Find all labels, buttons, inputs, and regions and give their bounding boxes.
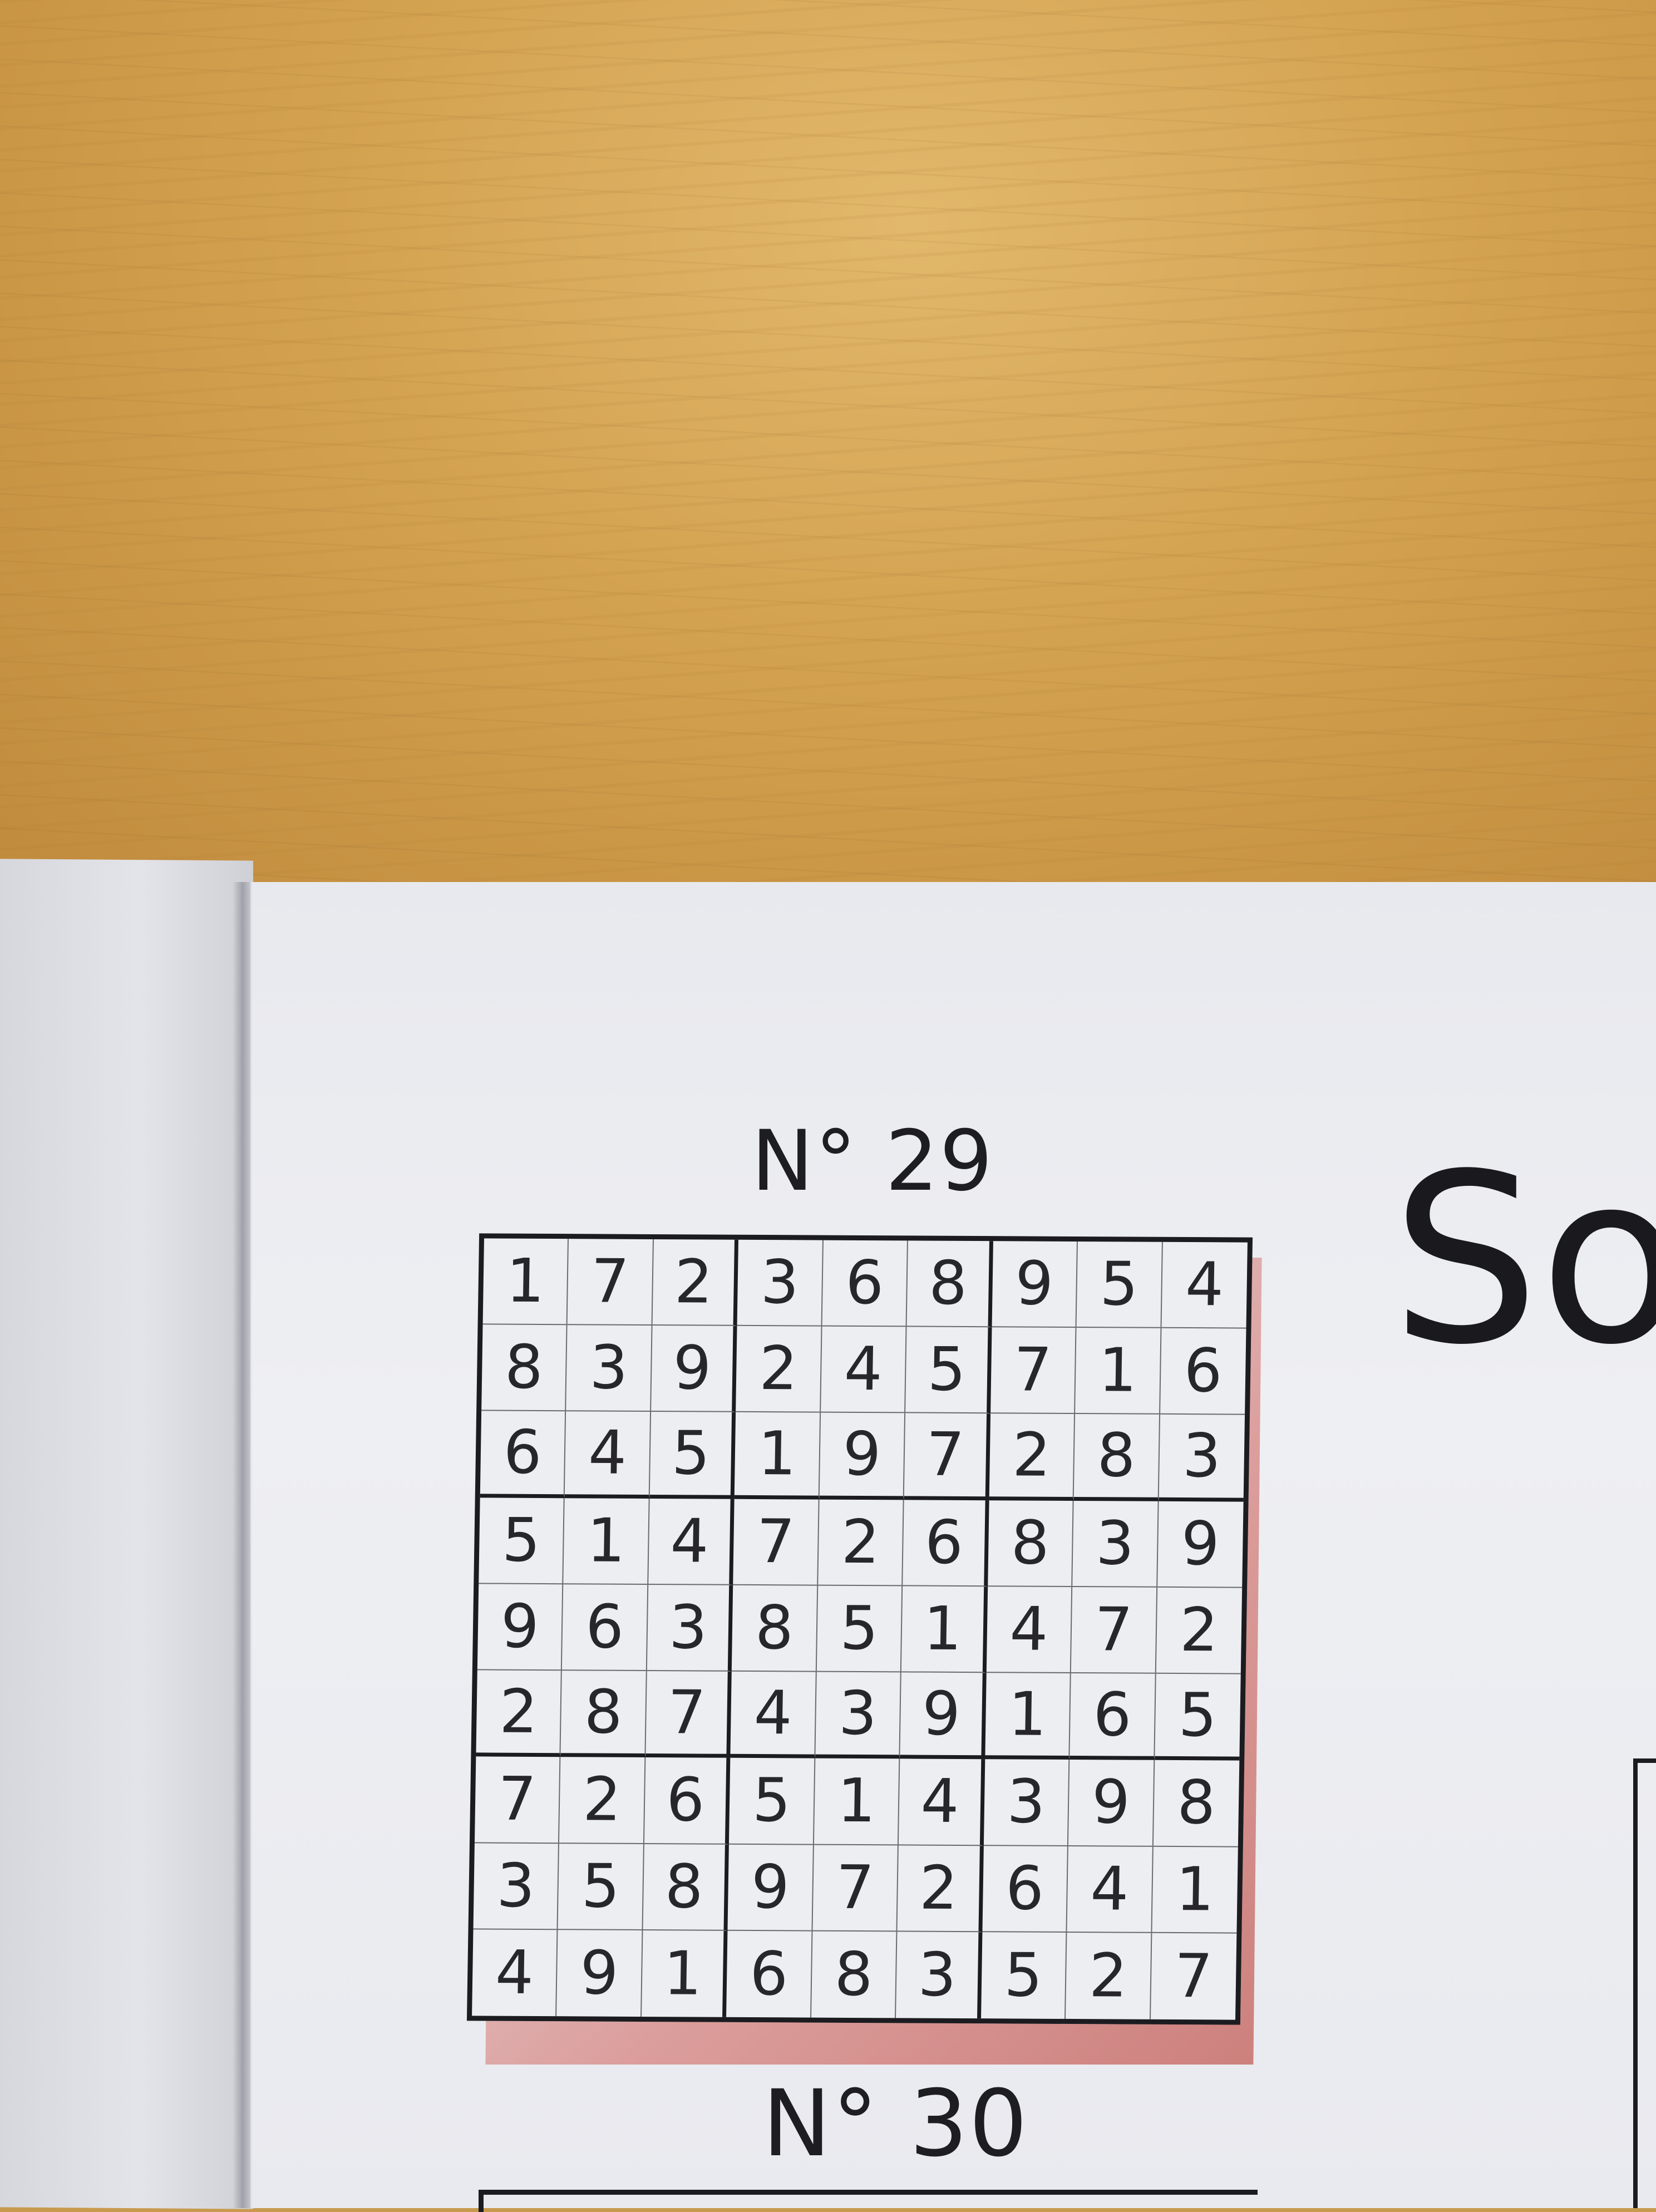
- sudoku-cell: 8: [481, 1324, 568, 1412]
- sudoku-cell: 7: [474, 1756, 561, 1844]
- left-book-page: [0, 859, 253, 2209]
- sudoku-cell: 6: [480, 1411, 566, 1498]
- sudoku-cell: 9: [992, 1241, 1078, 1328]
- sudoku-cell: 2: [897, 1845, 984, 1932]
- sudoku-cell: 1: [1075, 1328, 1162, 1415]
- sudoku-cell: 1: [814, 1758, 900, 1845]
- sudoku-cell: 8: [811, 1931, 898, 2018]
- sudoku-cell: 2: [476, 1670, 563, 1757]
- sudoku-grid-29: 1723689548392457166451972835147268399638…: [466, 1233, 1253, 2025]
- sudoku-cell: 9: [900, 1672, 987, 1760]
- sudoku-cell: 8: [732, 1585, 818, 1672]
- sudoku-cell: 9: [819, 1413, 906, 1500]
- sudoku-cell: 8: [1153, 1760, 1240, 1848]
- sudoku-cell: 6: [982, 1845, 1068, 1933]
- sudoku-cell: 6: [1070, 1673, 1156, 1761]
- sudoku-cell: 4: [1067, 1846, 1154, 1933]
- wooden-table-background: [0, 0, 1656, 896]
- sudoku-cell: 2: [1066, 1932, 1152, 2019]
- sudoku-cell: 5: [558, 1843, 644, 1930]
- sudoku-cell: 1: [901, 1586, 988, 1673]
- sudoku-cell: 5: [729, 1758, 816, 1845]
- sudoku-cell: 2: [817, 1499, 904, 1587]
- sudoku-cell: 8: [987, 1500, 1074, 1587]
- sudoku-cell: 3: [1072, 1500, 1159, 1588]
- sudoku-cell: 7: [733, 1499, 820, 1586]
- sudoku-cell: 5: [649, 1412, 736, 1499]
- sudoku-cell: 6: [726, 1930, 813, 2018]
- sudoku-cell: 9: [727, 1844, 814, 1932]
- puzzle-29-title: N° 29: [751, 1113, 994, 1210]
- sudoku-cell: 4: [986, 1587, 1073, 1674]
- sudoku-cell: 6: [1160, 1328, 1246, 1416]
- sudoku-cell: 5: [1154, 1673, 1241, 1761]
- sudoku-cell: 7: [812, 1845, 899, 1932]
- sudoku-cell: 3: [566, 1325, 653, 1412]
- sudoku-cell: 1: [1151, 1846, 1238, 1934]
- sudoku-cell: 4: [565, 1411, 651, 1499]
- sudoku-cell: 2: [559, 1757, 646, 1844]
- sudoku-cell: 7: [645, 1671, 732, 1758]
- sudoku-cell: 6: [644, 1757, 731, 1845]
- sudoku-cell: 6: [562, 1584, 649, 1672]
- sudoku-cell: 8: [1073, 1414, 1160, 1501]
- sudoku-cell: 3: [896, 1932, 983, 2019]
- sudoku-cell: 1: [641, 1930, 728, 2017]
- side-grid-edge: [1633, 1758, 1656, 2208]
- sudoku-cell: 5: [1076, 1242, 1163, 1329]
- sudoku-cell: 3: [815, 1672, 901, 1759]
- sudoku-cell: 5: [816, 1585, 903, 1673]
- sudoku-cell: 9: [556, 1929, 643, 2017]
- sudoku-cell: 6: [903, 1500, 989, 1587]
- sudoku-cell: 3: [1159, 1415, 1245, 1502]
- sudoku-cell: 1: [735, 1412, 821, 1500]
- sudoku-cell: 4: [820, 1326, 907, 1413]
- sudoku-cell: 5: [980, 1932, 1067, 2019]
- sudoku-cell: 4: [648, 1498, 735, 1585]
- sudoku-cell: 5: [905, 1327, 992, 1414]
- sudoku-cell: 9: [1068, 1760, 1155, 1847]
- sudoku-cell: 8: [560, 1671, 647, 1758]
- sudoku-cell: 9: [650, 1326, 737, 1413]
- puzzle-30-title: N° 30: [762, 2070, 1029, 2177]
- sudoku-cell: 1: [984, 1673, 1071, 1760]
- sudoku-cell: 2: [1156, 1587, 1243, 1674]
- sudoku-cell: 3: [983, 1759, 1070, 1846]
- sudoku-cell: 1: [482, 1238, 569, 1326]
- sudoku-cell: 9: [1157, 1501, 1244, 1588]
- sudoku-cell: 7: [990, 1327, 1077, 1415]
- sudoku-cell: 3: [737, 1239, 824, 1327]
- sudoku-cell: 2: [989, 1413, 1076, 1501]
- sudoku-cell: 8: [643, 1844, 730, 1931]
- sudoku-cell: 4: [899, 1758, 985, 1846]
- sudoku-cell: 7: [1071, 1587, 1157, 1674]
- sudoku-cell: 3: [647, 1584, 733, 1672]
- sudoku-cell: 8: [906, 1240, 993, 1328]
- sudoku-grid-30-top: [479, 2190, 1258, 2212]
- sudoku-cell: 7: [1174, 1941, 1214, 2012]
- sudoku-cell: 4: [730, 1671, 817, 1758]
- sudoku-cell: 7: [904, 1413, 990, 1500]
- sudoku-cell: 2: [736, 1326, 822, 1413]
- sudoku-cell: 2: [652, 1239, 739, 1327]
- side-heading: So: [1391, 1124, 1656, 1396]
- sudoku-cell: 3: [473, 1842, 560, 1930]
- book-gutter: [233, 882, 253, 2208]
- sudoku-cell: 4: [472, 1929, 558, 2017]
- sudoku-cell: 1: [563, 1497, 650, 1585]
- sudoku-cell: 4: [1161, 1242, 1248, 1329]
- sudoku-cell: 5: [479, 1497, 565, 1585]
- sudoku-cell: 6: [822, 1240, 909, 1327]
- sudoku-cell: 7: [568, 1239, 654, 1326]
- sudoku-cell: 9: [477, 1584, 564, 1671]
